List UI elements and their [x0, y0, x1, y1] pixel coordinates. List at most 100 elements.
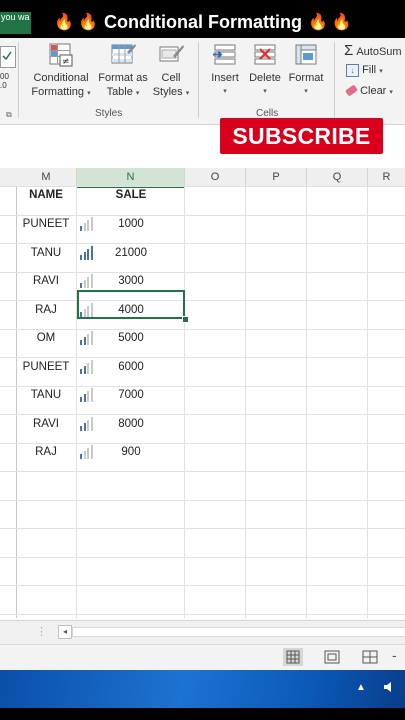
decimal-format-label[interactable]: 00 .0: [0, 72, 12, 90]
autosum-label: AutoSum: [356, 46, 402, 58]
conditional-formatting-label-1: Conditional: [33, 72, 89, 84]
scroll-left-button[interactable]: ◂: [58, 625, 72, 639]
row-gridline: [0, 499, 405, 501]
cell-styles-icon: [157, 42, 185, 68]
fire-icon: 🔥: [331, 14, 352, 31]
conditional-formatting-label-2: Formatting: [31, 86, 84, 98]
row-gridline: [0, 471, 405, 472]
chevron-down-icon: ▾: [135, 90, 140, 97]
row-gridline: [0, 442, 405, 444]
name-cell[interactable]: RAVI: [16, 418, 76, 430]
zoom-out-button[interactable]: -: [392, 647, 397, 663]
chevron-down-icon: ▾: [223, 88, 227, 95]
sale-cell[interactable]: 7000: [77, 389, 185, 401]
column-header-r[interactable]: R: [368, 168, 405, 187]
row-gridline: [0, 300, 405, 301]
row-gridline: [0, 328, 405, 330]
chevron-down-icon: ▾: [185, 90, 190, 97]
eraser-icon: [344, 84, 359, 97]
delete-cells-icon: [251, 42, 279, 68]
page-layout-button[interactable]: [322, 648, 342, 666]
name-cell[interactable]: RAJ: [16, 446, 76, 458]
format-as-table-label-1: Format as: [98, 72, 148, 84]
insert-cells-button[interactable]: Insert ▾: [205, 42, 245, 99]
autosum-button[interactable]: Σ AutoSum: [344, 42, 402, 59]
spreadsheet-grid[interactable]: M N O P Q R NAME SALE PUNEET 1000 TANU 2100…: [0, 168, 405, 618]
page-break-button[interactable]: [360, 648, 380, 666]
conditional-formatting-icon: ≠: [47, 42, 75, 68]
name-cell[interactable]: TANU: [16, 389, 76, 401]
styles-group-label: Styles: [95, 108, 123, 119]
column-header-p[interactable]: P: [246, 168, 307, 187]
conditional-formatting-button[interactable]: ≠ Conditional Formatting ▾: [26, 42, 96, 101]
video-title-banner: 🔥 🔥 Conditional Formatting 🔥 🔥: [33, 8, 373, 36]
sale-cell[interactable]: 5000: [77, 332, 185, 344]
sale-header-cell[interactable]: SALE: [77, 189, 185, 201]
page-layout-icon: [324, 650, 340, 664]
home-ribbon: 00 .0 ⧉ ≠ Conditional Formatting ▾ Forma…: [0, 38, 405, 125]
sale-cell[interactable]: 6000: [77, 361, 185, 373]
row-gridline: [0, 214, 405, 216]
sigma-icon: Σ: [344, 42, 354, 59]
row-gridline: [0, 243, 405, 244]
column-header-partial: [0, 168, 17, 187]
row-gridline: [0, 385, 405, 387]
sale-cell[interactable]: 3000: [77, 275, 185, 287]
fill-handle[interactable]: [182, 316, 189, 323]
svg-text:≠: ≠: [62, 57, 70, 67]
tab-split-handle[interactable]: ⋮: [36, 625, 47, 638]
row-gridline: [0, 357, 405, 358]
name-cell[interactable]: TANU: [16, 247, 76, 259]
name-cell[interactable]: OM: [16, 332, 76, 344]
delete-label: Delete: [249, 72, 281, 84]
sale-cell[interactable]: 8000: [77, 418, 185, 430]
normal-view-button[interactable]: [283, 648, 303, 666]
row-gridline: [0, 556, 405, 558]
sheet-tab-bar: ⋮ ◂: [0, 620, 405, 645]
name-header-cell[interactable]: NAME: [16, 189, 76, 201]
name-cell[interactable]: PUNEET: [16, 361, 76, 373]
column-header-m[interactable]: M: [16, 168, 77, 187]
row-gridline: [0, 271, 405, 273]
number-dialog-launcher[interactable]: ⧉: [6, 110, 12, 120]
format-cells-button[interactable]: Format ▾: [285, 42, 327, 99]
fire-icon: 🔥: [54, 14, 75, 31]
chevron-down-icon: ▾: [87, 90, 91, 97]
column-header-o[interactable]: O: [185, 168, 246, 187]
video-bottom-band: [0, 708, 405, 720]
subscribe-button[interactable]: SUBSCRIBE: [220, 118, 383, 154]
row-gridline: [0, 613, 405, 615]
column-header-n[interactable]: N: [77, 168, 185, 188]
chevron-down-icon: ▾: [389, 89, 393, 96]
normal-view-icon: [286, 650, 300, 664]
format-as-table-button[interactable]: Format as Table ▾: [95, 42, 151, 101]
insert-cells-icon: [211, 42, 239, 68]
clear-button[interactable]: Clear ▾: [344, 84, 393, 97]
name-cell[interactable]: RAVI: [16, 275, 76, 287]
cell-styles-label-2: Styles: [152, 86, 183, 98]
cell-styles-button[interactable]: Cell Styles ▾: [148, 42, 194, 101]
number-format-checkbox[interactable]: [0, 46, 16, 68]
insert-label: Insert: [211, 72, 239, 84]
volume-icon[interactable]: [382, 680, 396, 694]
fill-label: Fill: [362, 64, 377, 76]
name-cell[interactable]: PUNEET: [16, 218, 76, 230]
fill-button[interactable]: ↓ Fill ▾: [346, 64, 383, 77]
chevron-down-icon: ▾: [263, 88, 267, 95]
name-cell[interactable]: RAJ: [16, 304, 76, 316]
fire-icon: 🔥: [78, 14, 98, 31]
horizontal-scrollbar[interactable]: [72, 627, 405, 637]
row-gridline: [0, 585, 405, 586]
format-label: Format: [288, 72, 324, 84]
column-header-q[interactable]: Q: [307, 168, 368, 187]
tray-arrow-icon[interactable]: ▲: [356, 682, 366, 693]
sale-cell[interactable]: 1000: [77, 218, 185, 230]
page-break-icon: [362, 650, 378, 664]
fire-icon: 🔥: [307, 14, 328, 31]
row-gridline: [0, 528, 405, 529]
delete-cells-button[interactable]: Delete ▾: [245, 42, 285, 99]
sale-cell[interactable]: 900: [77, 446, 185, 458]
status-bar: -: [0, 644, 405, 671]
active-cell-selection[interactable]: [77, 290, 185, 319]
sale-cell[interactable]: 21000: [77, 247, 185, 259]
